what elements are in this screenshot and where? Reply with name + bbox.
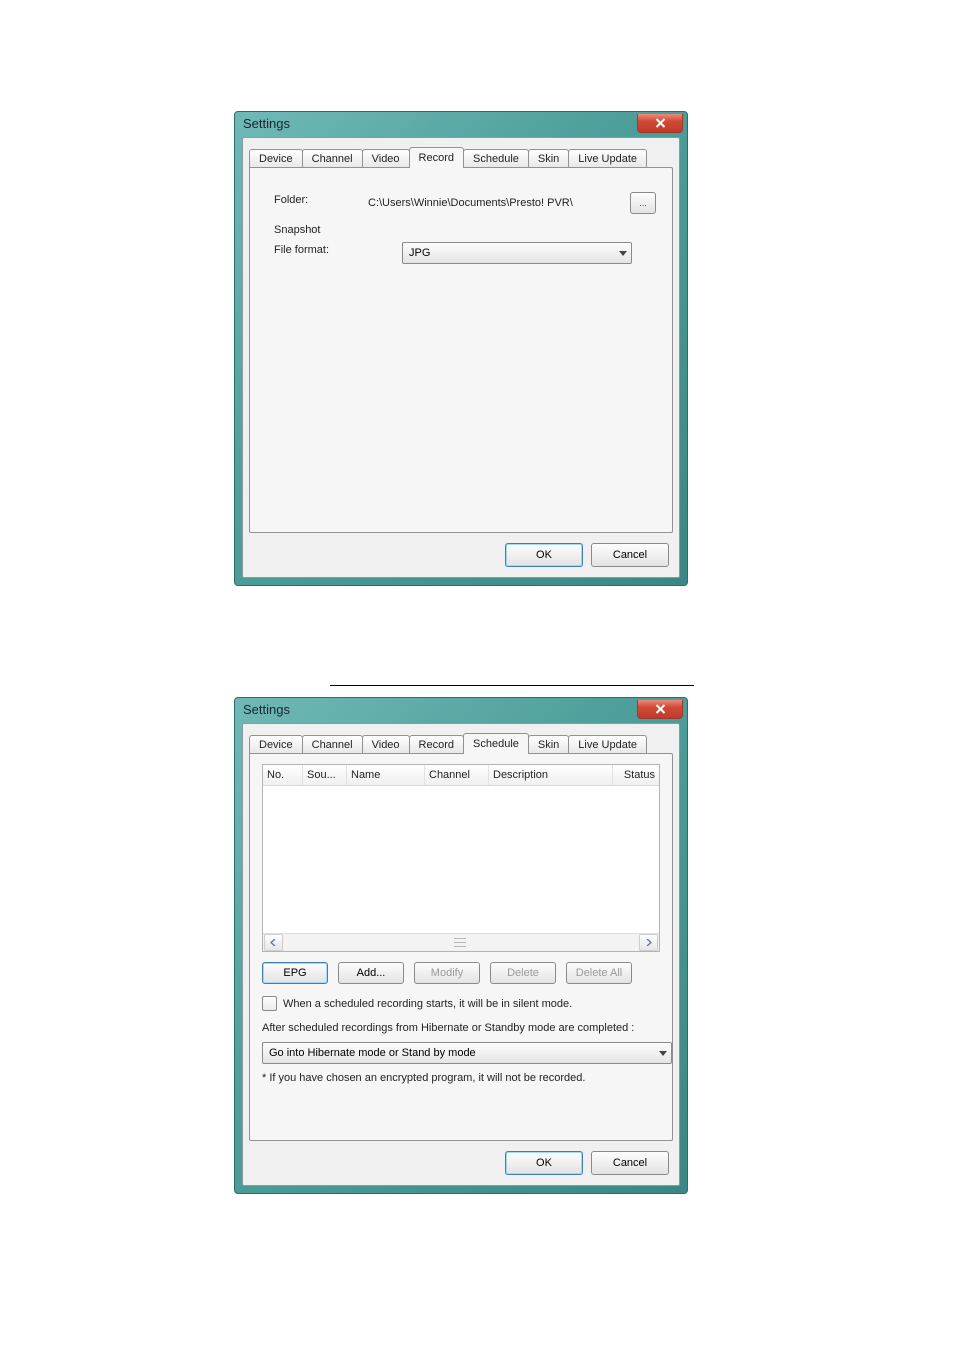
settings-dialog-schedule: Settings Device Channel Video Record Sch… bbox=[234, 697, 688, 1194]
scroll-track[interactable] bbox=[284, 935, 638, 950]
tab-record[interactable]: Record bbox=[409, 735, 464, 754]
window-title: Settings bbox=[243, 702, 290, 717]
tab-schedule[interactable]: Schedule bbox=[463, 149, 529, 168]
close-icon bbox=[655, 704, 666, 714]
tab-device[interactable]: Device bbox=[249, 149, 303, 168]
window-frame: Settings Device Channel Video Record Sch… bbox=[234, 697, 688, 1194]
scroll-right-button[interactable] bbox=[639, 934, 658, 951]
col-channel[interactable]: Channel bbox=[425, 765, 489, 785]
delete-button[interactable]: Delete bbox=[490, 962, 556, 984]
window-title: Settings bbox=[243, 116, 290, 131]
horizontal-scrollbar[interactable] bbox=[263, 933, 659, 951]
tabpage-record: Folder: C:\Users\Winnie\Documents\Presto… bbox=[249, 167, 673, 533]
cancel-button[interactable]: Cancel bbox=[591, 543, 669, 567]
tab-live-update[interactable]: Live Update bbox=[568, 735, 647, 754]
after-recordings-label: After scheduled recordings from Hibernat… bbox=[262, 1022, 634, 1034]
tab-device[interactable]: Device bbox=[249, 735, 303, 754]
window-frame: Settings Device Channel Video Record Sch… bbox=[234, 111, 688, 586]
browse-button[interactable]: ... bbox=[630, 192, 656, 214]
dialog-button-row: OK Cancel bbox=[505, 1151, 669, 1175]
col-no[interactable]: No. bbox=[263, 765, 303, 785]
silent-mode-checkbox[interactable] bbox=[262, 996, 277, 1011]
tabpage-schedule: No. Sou... Name Channel Description Stat… bbox=[249, 753, 673, 1141]
close-icon bbox=[655, 118, 666, 128]
chevron-down-icon bbox=[659, 1051, 667, 1056]
ok-button[interactable]: OK bbox=[505, 543, 583, 567]
tab-channel[interactable]: Channel bbox=[302, 735, 363, 754]
delete-all-button[interactable]: Delete All bbox=[566, 962, 632, 984]
after-recordings-value: Go into Hibernate mode or Stand by mode bbox=[269, 1047, 476, 1059]
epg-button[interactable]: EPG bbox=[262, 962, 328, 984]
tab-video[interactable]: Video bbox=[362, 149, 410, 168]
fileformat-value: JPG bbox=[409, 247, 430, 259]
tabstrip: Device Channel Video Record Schedule Ski… bbox=[249, 730, 679, 754]
chevron-left-icon bbox=[270, 939, 277, 946]
dialog-button-row: OK Cancel bbox=[505, 543, 669, 567]
client-area: Device Channel Video Record Schedule Ski… bbox=[242, 137, 680, 578]
col-status[interactable]: Status bbox=[613, 765, 659, 785]
tab-live-update[interactable]: Live Update bbox=[568, 149, 647, 168]
col-source[interactable]: Sou... bbox=[303, 765, 347, 785]
fileformat-label: File format: bbox=[274, 244, 329, 256]
tab-skin[interactable]: Skin bbox=[528, 149, 569, 168]
listview-header: No. Sou... Name Channel Description Stat… bbox=[263, 765, 659, 786]
fileformat-dropdown[interactable]: JPG bbox=[402, 242, 632, 264]
close-button[interactable] bbox=[637, 700, 683, 719]
encrypted-note: * If you have chosen an encrypted progra… bbox=[262, 1072, 585, 1084]
schedule-button-row: EPG Add... Modify Delete Delete All bbox=[262, 962, 660, 984]
close-button[interactable] bbox=[637, 114, 683, 133]
col-name[interactable]: Name bbox=[347, 765, 425, 785]
cancel-button[interactable]: Cancel bbox=[591, 1151, 669, 1175]
chevron-right-icon bbox=[645, 939, 652, 946]
after-recordings-dropdown[interactable]: Go into Hibernate mode or Stand by mode bbox=[262, 1042, 672, 1064]
tab-channel[interactable]: Channel bbox=[302, 149, 363, 168]
tab-record[interactable]: Record bbox=[409, 147, 464, 168]
chevron-down-icon bbox=[619, 251, 627, 256]
folder-path: C:\Users\Winnie\Documents\Presto! PVR\ bbox=[366, 194, 575, 212]
ok-button[interactable]: OK bbox=[505, 1151, 583, 1175]
tabstrip: Device Channel Video Record Schedule Ski… bbox=[249, 144, 679, 168]
scroll-grip-icon bbox=[454, 938, 466, 947]
scroll-left-button[interactable] bbox=[264, 934, 283, 951]
silent-mode-label: When a scheduled recording starts, it wi… bbox=[283, 998, 572, 1010]
modify-button[interactable]: Modify bbox=[414, 962, 480, 984]
add-button[interactable]: Add... bbox=[338, 962, 404, 984]
tab-skin[interactable]: Skin bbox=[528, 735, 569, 754]
client-area: Device Channel Video Record Schedule Ski… bbox=[242, 723, 680, 1186]
col-description[interactable]: Description bbox=[489, 765, 613, 785]
titlebar[interactable]: Settings bbox=[235, 698, 687, 720]
tab-video[interactable]: Video bbox=[362, 735, 410, 754]
schedule-listview[interactable]: No. Sou... Name Channel Description Stat… bbox=[262, 764, 660, 952]
divider-line bbox=[330, 685, 694, 686]
folder-label: Folder: bbox=[274, 194, 308, 206]
tab-schedule[interactable]: Schedule bbox=[463, 733, 529, 754]
settings-dialog-record: Settings Device Channel Video Record Sch… bbox=[234, 111, 688, 586]
snapshot-label: Snapshot bbox=[274, 224, 320, 236]
titlebar[interactable]: Settings bbox=[235, 112, 687, 134]
